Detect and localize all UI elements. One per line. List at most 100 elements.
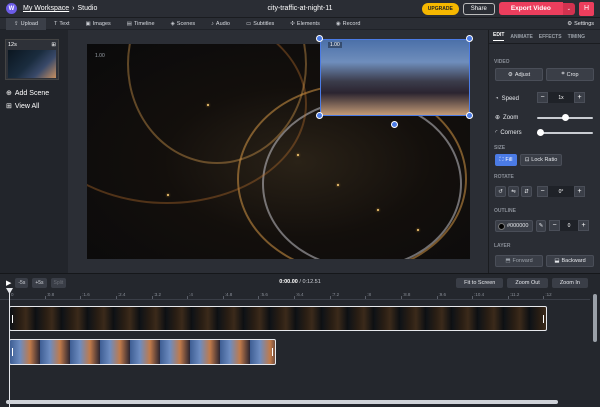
rotate-left-button[interactable]: ↺ <box>495 186 506 197</box>
gear-icon: ⚙ <box>567 20 573 27</box>
workspace-logo-icon[interactable]: W <box>6 3 17 14</box>
tool-elements[interactable]: ✣ Elements <box>282 18 328 30</box>
timeline-horizontal-scrollbar[interactable] <box>6 400 558 404</box>
tool-upload[interactable]: ⇪ Upload <box>6 17 47 30</box>
rotate-increase-button[interactable]: + <box>574 186 585 197</box>
zoom-slider-knob[interactable] <box>561 114 569 121</box>
outline-increase-button[interactable]: + <box>578 220 589 231</box>
crop-label: Crop <box>566 71 579 78</box>
settings-button[interactable]: ⚙ Settings <box>567 21 594 27</box>
forward-button[interactable]: ⬒ Forward <box>495 255 543 267</box>
ruler-tick-label: :3.2 <box>153 292 162 297</box>
flip-horizontal-button[interactable]: ⇋ <box>508 186 519 197</box>
clip-trim-handle-left[interactable] <box>12 314 13 323</box>
rotate-stepper[interactable]: − 0° + <box>537 186 585 197</box>
rotate-decrease-button[interactable]: − <box>537 186 548 197</box>
resize-handle-top-left[interactable] <box>316 35 323 42</box>
workspace-link[interactable]: My Workspace <box>23 5 69 12</box>
clip-trim-handle-left[interactable] <box>12 348 13 356</box>
speed-stepper[interactable]: − 1x + <box>537 92 585 103</box>
tool-label: Record <box>342 20 361 27</box>
split-button[interactable]: Split <box>50 277 67 288</box>
eyedropper-button[interactable]: ✎ <box>536 220 546 232</box>
view-all-button[interactable]: ⊞ View All <box>6 102 40 111</box>
plus-circle-icon: ⊕ <box>6 90 12 97</box>
tool-scenes[interactable]: ◈ Scenes <box>163 18 204 30</box>
zoom-in-button[interactable]: Zoom In <box>551 278 588 288</box>
tab-edit[interactable]: EDIT <box>493 32 505 41</box>
play-icon[interactable]: ▶ <box>6 279 11 287</box>
upgrade-button[interactable]: UPGRADE <box>421 2 459 15</box>
timeline-vertical-scrollbar[interactable] <box>593 294 597 342</box>
user-avatar[interactable]: H <box>579 1 594 16</box>
export-video-button[interactable]: Export Video <box>498 2 563 15</box>
record-icon: ◉ <box>335 20 341 27</box>
inset-layer-tag: 1.00 <box>328 42 342 48</box>
backward-button[interactable]: ⬓ Backward <box>546 255 594 267</box>
flip-vertical-button[interactable]: ⇵ <box>521 186 532 197</box>
outline-color-value: #000000 <box>507 223 529 229</box>
ruler-tick-label: :9.6 <box>438 292 447 297</box>
tab-timing[interactable]: TIMING <box>568 34 586 40</box>
speed-decrease-button[interactable]: − <box>537 92 548 103</box>
tool-record[interactable]: ◉ Record <box>328 18 369 30</box>
tool-text[interactable]: T Text <box>46 18 77 30</box>
lock-ratio-button[interactable]: ⊡ Lock Ratio <box>520 154 562 166</box>
color-swatch <box>498 222 505 230</box>
outline-value[interactable]: 0 <box>560 220 578 231</box>
subtitles-icon: ▭ <box>245 20 252 27</box>
music-note-icon: ♪ <box>211 20 214 27</box>
tool-audio[interactable]: ♪ Audio <box>203 18 238 30</box>
resize-handle-bottom-right[interactable] <box>466 112 473 119</box>
ruler-tick-mark <box>80 296 82 299</box>
outline-decrease-button[interactable]: − <box>549 220 560 231</box>
video-clip-inset[interactable] <box>9 339 276 365</box>
outline-color-picker[interactable]: #000000 <box>495 220 533 232</box>
scenes-icon: ◈ <box>170 20 175 27</box>
adjust-button[interactable]: ⚙ Adjust <box>495 68 543 81</box>
timeline-ruler[interactable]: 0:0.8:1.6:2.4:3.2:4:4.8:5.6:6.4:7.2:8:8.… <box>0 291 590 300</box>
tab-animate[interactable]: ANIMATE <box>510 34 532 40</box>
video-clip-main[interactable] <box>9 306 547 331</box>
tool-images[interactable]: ▣ Images <box>78 18 119 30</box>
speed-increase-button[interactable]: + <box>574 92 585 103</box>
add-scene-button[interactable]: ⊕ Add Scene <box>6 89 49 98</box>
rotate-value[interactable]: 0° <box>548 186 574 197</box>
resize-handle-bottom-left[interactable] <box>316 112 323 119</box>
share-button[interactable]: Share <box>462 2 495 15</box>
bring-forward-icon: ⬒ <box>505 258 511 264</box>
resize-handle-top-right[interactable] <box>466 35 473 42</box>
clip-trim-handle-right[interactable] <box>543 314 544 323</box>
inset-video-layer[interactable]: 1.00 <box>320 39 470 116</box>
rotate-left-icon: ↺ <box>498 188 503 195</box>
duplicate-scene-icon[interactable]: ⊞ <box>51 42 56 48</box>
tool-label: Images <box>92 20 111 27</box>
ruler-tick-mark <box>187 296 189 299</box>
crop-button[interactable]: ⌗ Crop <box>546 68 594 81</box>
corners-slider[interactable] <box>537 129 593 136</box>
speed-value[interactable]: 1x <box>548 92 574 103</box>
forward-5s-button[interactable]: +5s <box>32 277 47 288</box>
fit-to-screen-button[interactable]: Fit to Screen <box>456 278 504 288</box>
zoom-out-button[interactable]: Zoom Out <box>507 278 548 288</box>
outline-stepper[interactable]: − 0 + <box>549 220 589 231</box>
light-dot <box>207 104 209 106</box>
fill-button[interactable]: ⛶ Fill <box>495 154 517 166</box>
view-all-label: View All <box>14 102 40 110</box>
ruler-tick-label: :7.2 <box>331 292 340 297</box>
scene-thumbnail[interactable] <box>8 50 56 78</box>
corners-slider-knob[interactable] <box>537 129 544 136</box>
playhead[interactable] <box>9 288 10 407</box>
rewind-5s-button[interactable]: -5s <box>15 277 29 288</box>
ruler-tick-label: :1.6 <box>82 292 90 297</box>
ruler-tick-mark <box>258 296 260 299</box>
ruler-tick-mark <box>436 296 438 299</box>
tab-effects[interactable]: EFFECTS <box>539 34 562 40</box>
rotate-handle[interactable] <box>391 121 398 128</box>
tool-subtitles[interactable]: ▭ Subtitles <box>238 18 282 30</box>
scene-card[interactable]: 12s ⊞ <box>5 39 59 80</box>
zoom-slider[interactable] <box>537 114 593 121</box>
clip-trim-handle-right[interactable] <box>272 348 273 356</box>
export-dropdown-chevron-icon[interactable]: ⌄ <box>562 2 575 15</box>
tool-timeline[interactable]: ▤ Timeline <box>119 18 163 30</box>
